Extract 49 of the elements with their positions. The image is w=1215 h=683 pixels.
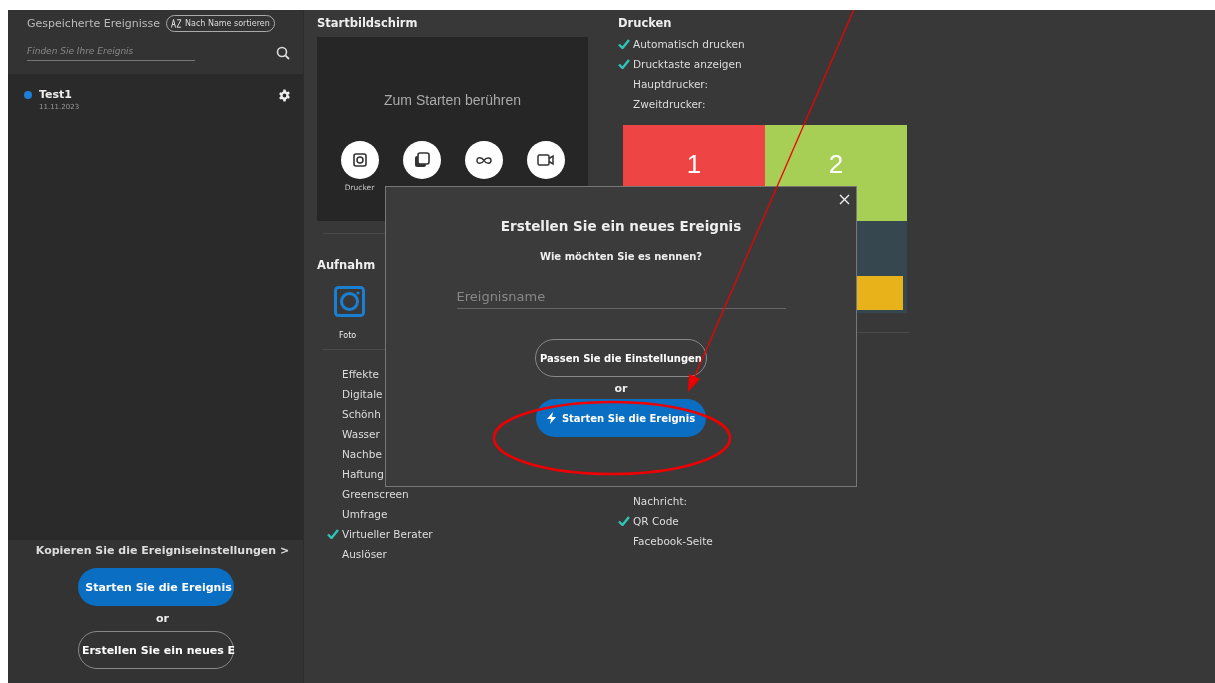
infinity-icon — [475, 155, 492, 165]
tile-number: 2 — [828, 149, 844, 181]
event-name-field[interactable]: Ereignisname — [456, 287, 786, 309]
option-label[interactable]: Greenscreen — [342, 488, 409, 500]
lightning-icon — [546, 412, 556, 424]
option-label[interactable]: Digitale — [342, 388, 383, 400]
mode-button[interactable] — [464, 141, 503, 179]
start-event-button[interactable]: Starten Sie die Ereignis — [536, 399, 706, 437]
camera-icon[interactable] — [334, 286, 365, 317]
option-label[interactable]: Virtueller Berater — [342, 528, 433, 540]
search-icon[interactable] — [276, 45, 290, 60]
option-label[interactable]: Wasser — [342, 428, 380, 440]
mode-label: Foto — [339, 331, 358, 340]
sidebar-title: Gespeicherte Ereignisse — [27, 17, 160, 30]
mode-button[interactable] — [526, 141, 565, 179]
option-label[interactable]: Zweitdrucker: — [633, 98, 706, 110]
camera-icon — [352, 153, 367, 167]
option-label[interactable]: Facebook-Seite — [633, 535, 713, 547]
close-icon[interactable] — [839, 194, 850, 205]
copy-settings-link[interactable]: Kopieren Sie die Ereigniseinstellungen > — [35, 544, 290, 557]
settings-icon[interactable] — [278, 89, 291, 102]
start-event-button[interactable]: Starten Sie die Ereignis — [77, 568, 234, 606]
section-title: Drucken — [618, 16, 672, 30]
option-label[interactable]: Haftung — [342, 468, 384, 480]
option-label[interactable]: Automatisch drucken — [633, 38, 745, 50]
or-label: or — [614, 382, 628, 395]
section-title: Aufnahm — [317, 258, 376, 272]
option-label[interactable]: Nachbe — [342, 448, 382, 460]
stacked-frames-icon — [413, 152, 430, 168]
search-field[interactable]: Finden Sie Ihre Ereignis — [27, 44, 195, 61]
dialog-title: Erstellen Sie ein neues Ereignis — [500, 218, 742, 234]
option-label[interactable]: Nachricht: — [633, 495, 688, 507]
option-label[interactable]: Umfrage — [342, 508, 388, 520]
tile-number: 1 — [686, 149, 702, 181]
section-title: Startbildschirm — [317, 16, 418, 30]
event-name[interactable]: Test1 — [39, 88, 271, 101]
option-label[interactable]: Effekte — [342, 368, 379, 380]
dialog-question: Wie möchten Sie es nennen? — [539, 251, 703, 262]
sort-alpha-icon — [171, 19, 182, 28]
option-label[interactable]: Schönh — [342, 408, 381, 420]
option-label[interactable]: Drucktaste anzeigen — [633, 58, 742, 70]
video-icon — [537, 154, 554, 166]
option-label[interactable]: Auslöser — [342, 548, 387, 560]
mode-button[interactable] — [402, 141, 441, 179]
preview-prompt: Zum Starten berühren — [384, 92, 521, 108]
option-label[interactable]: Hauptdrucker: — [633, 78, 708, 90]
or-label: or — [156, 612, 169, 625]
option-label[interactable]: QR Code — [633, 515, 679, 527]
mode-button[interactable] — [340, 141, 379, 179]
